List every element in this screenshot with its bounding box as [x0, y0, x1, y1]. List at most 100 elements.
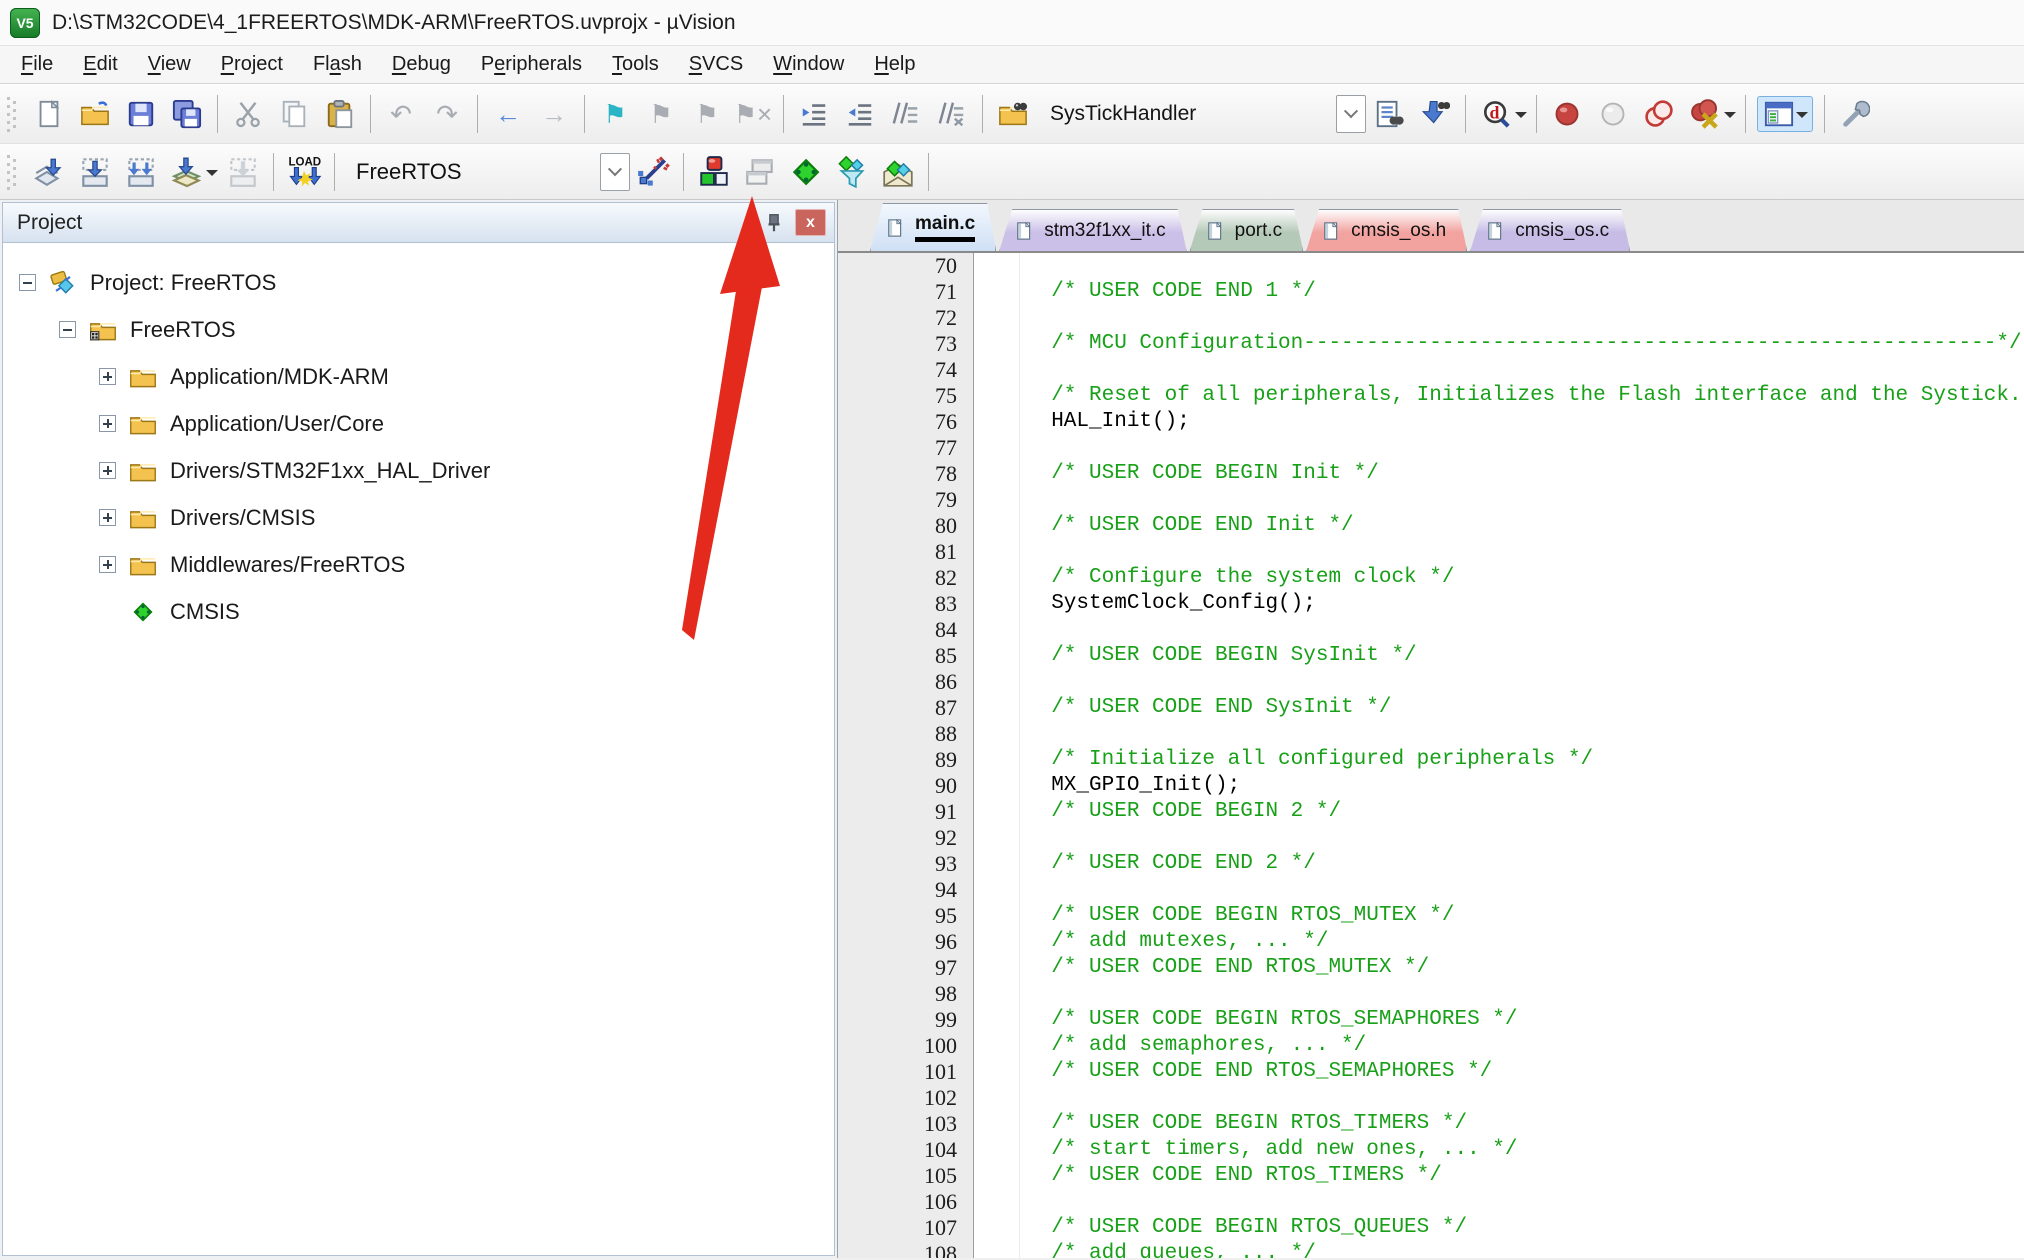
close-project-panel-button[interactable]: x [795, 209, 826, 236]
bookmark-previous-button[interactable]: ⚑ [638, 93, 684, 135]
menu-peripherals[interactable]: Peripherals [466, 49, 597, 80]
menu-project[interactable]: Project [206, 49, 298, 80]
indent-button[interactable] [791, 93, 837, 135]
incremental-find-button[interactable] [1412, 93, 1458, 135]
code-line[interactable]: 94 [838, 877, 2024, 903]
tree-item-freertos[interactable]: FreeRTOS [3, 306, 834, 353]
breakpoint-margin[interactable] [974, 955, 1020, 981]
breakpoint-margin[interactable] [974, 1059, 1020, 1085]
breakpoint-margin[interactable] [974, 1111, 1020, 1137]
target-select-combobox[interactable]: FreeRTOS [342, 159, 600, 185]
breakpoint-margin[interactable] [974, 1163, 1020, 1189]
stop-build-button[interactable] [220, 151, 266, 193]
code-line[interactable]: 91 /* USER CODE BEGIN 2 */ [838, 799, 2024, 825]
code-line[interactable]: 103 /* USER CODE BEGIN RTOS_TIMERS */ [838, 1111, 2024, 1137]
code-editor[interactable]: 7071 /* USER CODE END 1 */7273 /* MCU Co… [838, 253, 2024, 1258]
breakpoint-margin[interactable] [974, 331, 1020, 357]
code-line[interactable]: 80 /* USER CODE END Init */ [838, 513, 2024, 539]
breakpoint-margin[interactable] [974, 279, 1020, 305]
code-line[interactable]: 76 HAL_Init(); [838, 409, 2024, 435]
paste-button[interactable] [317, 93, 363, 135]
collapse-icon[interactable] [19, 274, 36, 291]
breakpoint-margin[interactable] [974, 695, 1020, 721]
breakpoint-margin[interactable] [974, 539, 1020, 565]
breakpoint-margin[interactable] [974, 981, 1020, 1007]
undo-button[interactable]: ↶ [378, 93, 424, 135]
menu-svcs[interactable]: SVCS [674, 49, 758, 80]
code-line[interactable]: 85 /* USER CODE BEGIN SysInit */ [838, 643, 2024, 669]
code-line[interactable]: 71 /* USER CODE END 1 */ [838, 279, 2024, 305]
breakpoint-margin[interactable] [974, 903, 1020, 929]
code-line[interactable]: 97 /* USER CODE END RTOS_MUTEX */ [838, 955, 2024, 981]
dropdown-caret-icon[interactable] [1515, 112, 1527, 124]
menu-file[interactable]: File [6, 49, 68, 80]
code-line[interactable]: 106 [838, 1189, 2024, 1215]
navigate-back-button[interactable]: ← [485, 93, 531, 135]
tree-item-drivers-stm32f1xx-hal-driver[interactable]: Drivers/STM32F1xx_HAL_Driver [3, 447, 834, 494]
breakpoint-margin[interactable] [974, 851, 1020, 877]
save-all-button[interactable] [164, 93, 210, 135]
enable-disable-breakpoint-button[interactable] [1590, 93, 1636, 135]
breakpoint-margin[interactable] [974, 435, 1020, 461]
menu-debug[interactable]: Debug [377, 49, 466, 80]
code-line[interactable]: 72 [838, 305, 2024, 331]
breakpoint-margin[interactable] [974, 461, 1020, 487]
breakpoint-margin[interactable] [974, 669, 1020, 695]
breakpoint-margin[interactable] [974, 1137, 1020, 1163]
breakpoint-margin[interactable] [974, 487, 1020, 513]
code-line[interactable]: 78 /* USER CODE BEGIN Init */ [838, 461, 2024, 487]
tree-item-application-mdk-arm[interactable]: Application/MDK-ARM [3, 353, 834, 400]
code-line[interactable]: 105 /* USER CODE END RTOS_TIMERS */ [838, 1163, 2024, 1189]
breakpoint-margin[interactable] [974, 747, 1020, 773]
pack-installer-button[interactable] [875, 151, 921, 193]
target-combo-dropdown-button[interactable] [600, 153, 630, 191]
breakpoint-margin[interactable] [974, 773, 1020, 799]
select-software-packs-button[interactable] [829, 151, 875, 193]
menu-flash[interactable]: Flash [298, 49, 377, 80]
menu-edit[interactable]: Edit [68, 49, 132, 80]
tab-main-c[interactable]: main.c [870, 203, 996, 251]
code-line[interactable]: 79 [838, 487, 2024, 513]
options-for-target-button[interactable] [630, 151, 676, 193]
dropdown-caret-icon[interactable] [1796, 112, 1808, 124]
toolbar-grip[interactable] [6, 153, 18, 191]
translate-file-button[interactable] [26, 151, 72, 193]
function-combo-dropdown-button[interactable] [1336, 95, 1366, 133]
breakpoint-margin[interactable] [974, 799, 1020, 825]
bookmark-next-button[interactable]: ⚑ [684, 93, 730, 135]
breakpoint-margin[interactable] [974, 357, 1020, 383]
code-line[interactable]: 92 [838, 825, 2024, 851]
code-line[interactable]: 83 SystemClock_Config(); [838, 591, 2024, 617]
tree-item-middlewares-freertos[interactable]: Middlewares/FreeRTOS [3, 541, 834, 588]
kill-all-breakpoints-button[interactable] [1682, 93, 1728, 135]
menu-window[interactable]: Window [758, 49, 859, 80]
breakpoint-margin[interactable] [974, 721, 1020, 747]
code-line[interactable]: 108 /* add queues, ... */ [838, 1241, 2024, 1258]
start-stop-debug-session-button[interactable] [691, 151, 737, 193]
bookmark-clear-all-button[interactable]: ⚑× [730, 93, 776, 135]
code-line[interactable]: 102 [838, 1085, 2024, 1111]
code-line[interactable]: 86 [838, 669, 2024, 695]
cut-button[interactable] [225, 93, 271, 135]
code-line[interactable]: 90 MX_GPIO_Init(); [838, 773, 2024, 799]
debug-windows-button[interactable] [737, 151, 783, 193]
code-line[interactable]: 98 [838, 981, 2024, 1007]
function-select-combobox[interactable]: SysTickHandler [1036, 102, 1336, 126]
code-line[interactable]: 87 /* USER CODE END SysInit */ [838, 695, 2024, 721]
expand-icon[interactable] [99, 415, 116, 432]
code-line[interactable]: 100 /* add semaphores, ... */ [838, 1033, 2024, 1059]
menu-help[interactable]: Help [859, 49, 930, 80]
rebuild-all-button[interactable] [118, 151, 164, 193]
code-line[interactable]: 95 /* USER CODE BEGIN RTOS_MUTEX */ [838, 903, 2024, 929]
breakpoint-margin[interactable] [974, 513, 1020, 539]
breakpoint-margin[interactable] [974, 1215, 1020, 1241]
configuration-button[interactable] [1832, 93, 1878, 135]
save-file-button[interactable] [118, 93, 164, 135]
comment-selection-button[interactable] [883, 93, 929, 135]
breakpoint-margin[interactable] [974, 253, 1020, 279]
breakpoint-margin[interactable] [974, 383, 1020, 409]
breakpoint-margin[interactable] [974, 409, 1020, 435]
breakpoint-margin[interactable] [974, 305, 1020, 331]
code-line[interactable]: 107 /* USER CODE BEGIN RTOS_QUEUES */ [838, 1215, 2024, 1241]
tab-cmsis-os-c[interactable]: cmsis_os.c [1470, 209, 1630, 251]
